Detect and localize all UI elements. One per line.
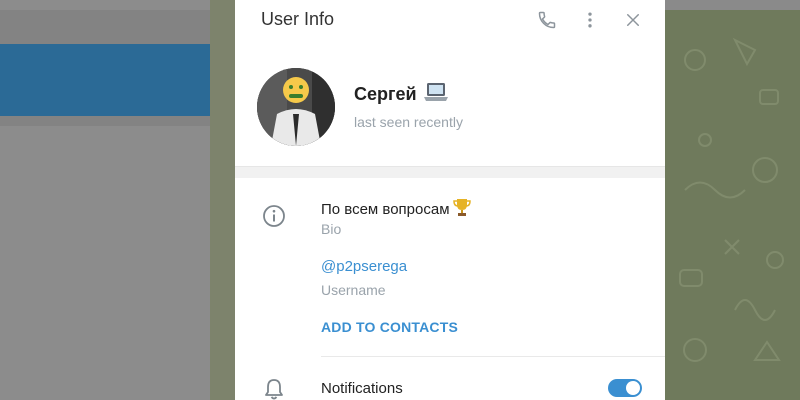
- info-icon: [262, 204, 286, 233]
- avatar[interactable]: [257, 68, 335, 146]
- sidebar-row: [0, 10, 210, 44]
- chat-header-background: [665, 0, 800, 10]
- profile-section: Сергей last seen recently: [235, 60, 665, 160]
- sidebar-row: [0, 116, 210, 126]
- username-link[interactable]: @p2pserega: [321, 258, 407, 275]
- trophy-emoji-icon: [452, 197, 472, 221]
- more-vertical-icon: [588, 12, 592, 28]
- user-name: Сергей: [354, 84, 417, 104]
- user-info-dialog: User Info Сергей last seen recently По в…: [235, 0, 665, 400]
- bio-text-row: По всем вопросам: [321, 197, 472, 221]
- notifications-toggle[interactable]: [608, 379, 642, 397]
- username-label: Username: [321, 282, 386, 298]
- wallpaper-pattern: [679, 37, 784, 362]
- sidebar-row-selected: [0, 44, 210, 116]
- more-options-button[interactable]: [576, 6, 604, 34]
- close-icon: [627, 14, 639, 26]
- laptop-emoji-icon: [423, 82, 449, 107]
- dialog-title: User Info: [261, 9, 335, 29]
- avatar-photo: [257, 68, 335, 146]
- notifications-label: Notifications: [321, 380, 403, 397]
- last-seen-status: last seen recently: [354, 114, 463, 130]
- phone-icon: [538, 11, 556, 29]
- close-button[interactable]: [619, 6, 647, 34]
- bell-icon: [263, 377, 285, 400]
- separator: [321, 356, 665, 357]
- chat-wallpaper: [665, 0, 800, 400]
- add-to-contacts-button[interactable]: ADD TO CONTACTS: [321, 319, 458, 335]
- dialog-header: User Info: [235, 0, 665, 40]
- sidebar-background: [0, 0, 210, 400]
- bio-text: По всем вопросам: [321, 200, 450, 218]
- bio-label: Bio: [321, 221, 342, 237]
- section-divider: [235, 166, 665, 178]
- chat-background: [210, 0, 235, 400]
- name-row: Сергей: [354, 82, 449, 107]
- call-button[interactable]: [533, 6, 561, 34]
- toggle-knob: [626, 381, 640, 395]
